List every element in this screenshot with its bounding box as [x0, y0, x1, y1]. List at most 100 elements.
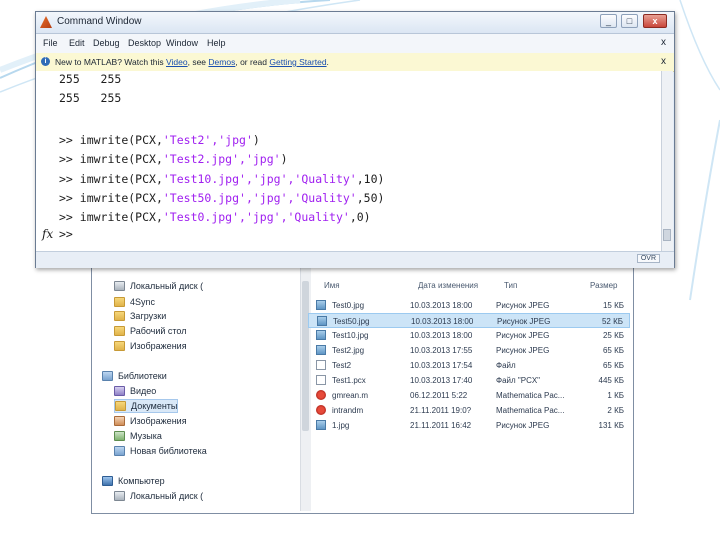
computer-icon	[102, 476, 113, 486]
command-line: >> imwrite(PCX,'Test2.jpg','jpg')	[59, 152, 288, 166]
output-line: 255 255	[59, 91, 122, 105]
menu-help[interactable]: Help	[207, 38, 226, 48]
matlab-logo-icon	[40, 16, 52, 28]
command-prompt: >>	[59, 172, 80, 186]
pics-icon	[114, 416, 125, 426]
file-row[interactable]: gmrean.m 06.12.2011 5:22 Mathematica Pac..…	[308, 388, 630, 403]
file-name: Test0.jpg	[332, 301, 365, 310]
command-prompt: >>	[59, 191, 80, 205]
file-date: 10.03.2013 17:40	[410, 376, 473, 385]
file-type: Файл	[496, 361, 516, 370]
current-prompt[interactable]: >>	[59, 227, 73, 241]
nav-item-label: Библиотеки	[118, 371, 167, 381]
file-row[interactable]: Test0.jpg 10.03.2013 18:00 Рисунок JPEG 15 …	[308, 298, 630, 313]
nav-item[interactable]: Рабочий стол	[114, 324, 187, 338]
mma-file-icon	[316, 405, 326, 415]
file-date: 10.03.2013 18:00	[410, 301, 473, 310]
folder-icon	[114, 311, 125, 321]
library-icon	[102, 371, 113, 381]
info-icon: i	[41, 57, 50, 66]
music-icon	[114, 431, 125, 441]
file-row[interactable]: Test50.jpg 10.03.2013 18:00 Рисунок JPEG 52…	[308, 313, 630, 328]
nav-item[interactable]: Видео	[114, 384, 156, 398]
jpg-file-icon	[316, 300, 326, 310]
file-name: Test1.pcx	[332, 376, 366, 385]
scrollbar-thumb[interactable]	[663, 229, 671, 241]
demos-link[interactable]: Demos	[208, 57, 235, 67]
column-header-name[interactable]: Имя	[324, 281, 340, 290]
nav-item[interactable]: Библиотеки	[102, 369, 167, 383]
column-header-date[interactable]: Дата изменения	[418, 281, 478, 290]
nav-item[interactable]: Музыка	[114, 429, 162, 443]
command-console[interactable]: 255 255 255 255 fx >> >> imwrite(PCX,'Te…	[36, 71, 661, 251]
info-separator: , see	[187, 57, 209, 67]
nav-item[interactable]: 4Sync	[114, 295, 155, 309]
nav-item[interactable]: Новая библиотека	[114, 444, 207, 458]
command-string-literal: 'Test10.jpg','jpg','Quality'	[162, 172, 357, 186]
menu-desktop[interactable]: Desktop	[128, 38, 161, 48]
command-string-literal: 'Test2','jpg'	[162, 133, 253, 147]
nav-item-label: Компьютер	[118, 476, 165, 486]
file-size: 2 КБ	[607, 406, 624, 415]
console-scrollbar[interactable]	[661, 71, 673, 253]
nav-item-label: Музыка	[130, 431, 162, 441]
command-text: ,10)	[356, 172, 385, 186]
video-link[interactable]: Video	[166, 57, 188, 67]
folder-icon	[114, 341, 125, 351]
drive-icon	[114, 281, 125, 291]
nav-item[interactable]: Загрузки	[114, 309, 166, 323]
command-text: imwrite(PCX,	[79, 172, 163, 186]
nav-item-label: Видео	[130, 386, 157, 396]
column-header-type[interactable]: Тип	[504, 281, 517, 290]
minimize-button[interactable]: _	[600, 14, 617, 28]
matlab-command-window: Command Window _ □ x File Edit Debug Des…	[35, 11, 675, 268]
nav-item[interactable]: Компьютер	[102, 474, 165, 488]
file-size: 25 КБ	[602, 331, 624, 340]
file-row[interactable]: Test2 10.03.2013 17:54 Файл 65 КБ	[308, 358, 630, 373]
nav-item[interactable]: Изображения	[114, 414, 187, 428]
menu-debug[interactable]: Debug	[93, 38, 120, 48]
library-icon	[114, 446, 125, 456]
file-row[interactable]: intrandm 21.11.2011 19:0? Mathematica Pac.…	[308, 403, 630, 418]
nav-item[interactable]: Изображения	[114, 339, 187, 353]
video-icon	[114, 386, 125, 396]
function-browser-icon[interactable]: fx	[42, 227, 53, 241]
info-bar-close-icon[interactable]: x	[661, 56, 666, 67]
nav-item-label: Изображения	[130, 341, 187, 351]
maximize-button[interactable]: □	[621, 14, 638, 28]
column-header-size[interactable]: Размер	[590, 281, 618, 290]
nav-item[interactable]: Локальный диск (	[114, 279, 203, 293]
menu-file[interactable]: File	[43, 38, 58, 48]
folder-icon	[115, 401, 126, 411]
file-row[interactable]: Test1.pcx 10.03.2013 17:40 Файл "PCX" 445 К…	[308, 373, 630, 388]
command-string-literal: 'Test2.jpg','jpg'	[162, 152, 281, 166]
info-prefix: New to MATLAB? Watch this	[55, 57, 167, 67]
file-size: 131 КБ	[598, 421, 624, 430]
file-explorer-window: Локальный диск ( 4Sync Загрузки Рабочий сто…	[91, 262, 634, 514]
nav-item-label: Загрузки	[130, 311, 167, 321]
window-title: Command Window	[57, 16, 142, 27]
menu-edit[interactable]: Edit	[69, 38, 85, 48]
info-suffix: .	[326, 57, 329, 67]
command-string-literal: 'Test0.jpg','jpg','Quality'	[162, 210, 350, 224]
undock-close-icon[interactable]: x	[661, 37, 666, 48]
nav-item[interactable]: Локальный диск (	[114, 489, 203, 503]
title-bar[interactable]: Command Window _ □ x	[36, 12, 674, 34]
file-row[interactable]: Test2.jpg 10.03.2013 17:55 Рисунок JPEG 65 …	[308, 343, 630, 358]
command-text: imwrite(PCX,	[79, 191, 163, 205]
navigation-pane: Локальный диск ( 4Sync Загрузки Рабочий сто…	[102, 265, 300, 510]
menu-window[interactable]: Window	[166, 38, 198, 48]
file-row[interactable]: Test10.jpg 10.03.2013 18:00 Рисунок JPEG 25…	[308, 328, 630, 343]
getting-started-link[interactable]: Getting Started	[269, 57, 326, 67]
file-date: 10.03.2013 17:55	[410, 346, 473, 355]
file-type: Рисунок JPEG	[496, 331, 550, 340]
file-row[interactable]: 1.jpg 21.11.2011 16:42 Рисунок JPEG 131 КБ	[308, 418, 630, 433]
folder-icon	[114, 326, 125, 336]
nav-item-label: Локальный диск (	[130, 281, 204, 291]
nav-item[interactable]: Документы	[114, 399, 179, 413]
file-date: 10.03.2013 18:00	[410, 331, 473, 340]
close-button[interactable]: x	[643, 14, 667, 28]
file-name: Test2.jpg	[332, 346, 365, 355]
file-size: 15 КБ	[602, 301, 624, 310]
nav-item-label: Новая библиотека	[130, 446, 207, 456]
